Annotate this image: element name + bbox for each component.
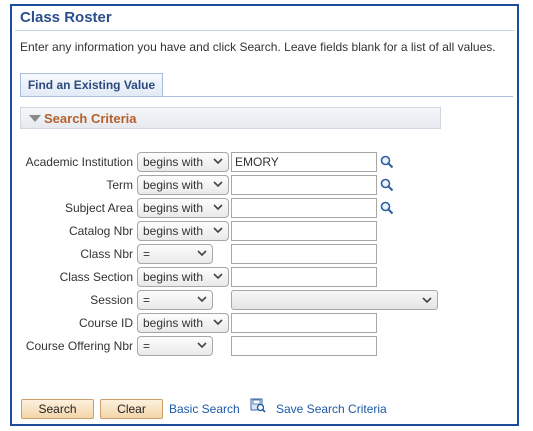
field-label: Catalog Nbr [68, 224, 133, 238]
field-label: Course ID [78, 316, 133, 330]
basic-search-link[interactable]: Basic Search [169, 402, 240, 416]
operator-value: begins with [143, 201, 204, 215]
page-title: Class Roster [20, 9, 112, 26]
search-button[interactable]: Search [21, 399, 94, 419]
value-input[interactable] [231, 175, 377, 195]
operator-select[interactable]: begins with [137, 267, 229, 287]
operator-select[interactable]: begins with [137, 313, 229, 333]
instructions-text: Enter any information you have and click… [20, 40, 496, 54]
save-search-icon[interactable] [250, 397, 266, 413]
search-criteria-header[interactable]: Search Criteria [20, 107, 441, 129]
operator-value: begins with [143, 270, 204, 284]
value-input[interactable] [231, 267, 377, 287]
magnifier-icon[interactable] [380, 155, 394, 169]
chevron-down-icon [213, 156, 223, 166]
operator-value: = [143, 293, 151, 307]
magnifier-icon[interactable] [380, 178, 394, 192]
operator-value: begins with [143, 224, 204, 238]
chevron-down-icon [197, 248, 207, 258]
field-label: Term [106, 178, 133, 192]
field-row-catalog-nbr: Catalog Nbr begins with [0, 221, 533, 242]
field-label: Course Offering Nbr [25, 339, 133, 353]
chevron-down-icon [213, 179, 223, 189]
clear-button[interactable]: Clear [100, 399, 163, 419]
operator-select[interactable]: = [137, 290, 213, 310]
operator-select[interactable]: = [137, 336, 213, 356]
chevron-down-icon [197, 294, 207, 304]
field-row-class-nbr: Class Nbr = [0, 244, 533, 265]
operator-value: begins with [143, 155, 204, 169]
value-input[interactable] [231, 313, 377, 333]
operator-select[interactable]: begins with [137, 198, 229, 218]
chevron-down-icon [213, 225, 223, 235]
field-label: Session [90, 293, 133, 307]
field-row-class-section: Class Section begins with [0, 267, 533, 288]
value-input[interactable]: EMORY [231, 152, 377, 172]
field-row-course-offering-nbr: Course Offering Nbr = [0, 336, 533, 357]
operator-select[interactable]: begins with [137, 175, 229, 195]
field-row-subject-area: Subject Area begins with [0, 198, 533, 219]
value-input[interactable] [231, 336, 377, 356]
field-row-academic-institution: Academic Institution begins with EMORY [0, 152, 533, 173]
title-divider [15, 30, 515, 31]
field-row-term: Term begins with [0, 175, 533, 196]
value-input[interactable] [231, 221, 377, 241]
operator-select[interactable]: = [137, 244, 213, 264]
operator-select[interactable]: begins with [137, 152, 229, 172]
field-row-course-id: Course ID begins with [0, 313, 533, 334]
tab-find-existing-value[interactable]: Find an Existing Value [20, 73, 163, 96]
chevron-down-icon [422, 294, 432, 312]
chevron-down-icon [213, 271, 223, 281]
operator-value: = [143, 339, 151, 353]
save-search-criteria-link[interactable]: Save Search Criteria [276, 402, 387, 416]
value-input[interactable] [231, 244, 377, 264]
session-value-select[interactable] [231, 290, 438, 310]
field-label: Subject Area [64, 201, 133, 215]
magnifier-icon[interactable] [380, 201, 394, 215]
field-label: Class Nbr [80, 247, 133, 261]
field-label: Academic Institution [25, 155, 133, 169]
operator-value: begins with [143, 316, 204, 330]
field-row-session: Session = [0, 290, 533, 311]
chevron-down-icon [197, 340, 207, 350]
chevron-down-icon [213, 317, 223, 327]
operator-value: = [143, 247, 151, 261]
collapse-triangle-icon[interactable] [29, 115, 41, 122]
section-title: Search Criteria [44, 111, 137, 126]
tab-divider [20, 96, 513, 97]
operator-value: begins with [143, 178, 204, 192]
operator-select[interactable]: begins with [137, 221, 229, 241]
field-label: Class Section [59, 270, 133, 284]
value-input[interactable] [231, 198, 377, 218]
chevron-down-icon [213, 202, 223, 212]
